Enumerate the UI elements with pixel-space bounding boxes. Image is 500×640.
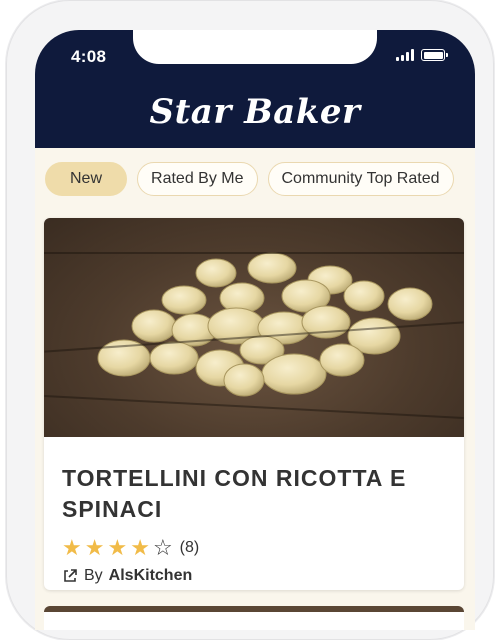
signal-icon	[396, 49, 414, 61]
app-screen: 4:08 Star Baker New Rated By Me Communit…	[35, 30, 475, 630]
star-filled-icon: ★	[130, 535, 150, 560]
app-title: Star Baker	[149, 92, 361, 132]
rating-count: (8)	[179, 539, 200, 556]
app-header: 4:08 Star Baker	[35, 30, 475, 148]
battery-icon	[421, 49, 448, 61]
status-time: 4:08	[71, 47, 107, 66]
recipe-title[interactable]: TORTELLINI CON RICOTTA E SPINACI	[62, 463, 446, 525]
recipe-photo[interactable]	[44, 218, 464, 437]
star-filled-icon: ★	[107, 535, 128, 560]
tab-community-top-rated[interactable]: Community Top Rated	[267, 162, 454, 196]
recipe-details: TORTELLINI CON RICOTTA E SPINACI ★ ★ ★ ★…	[44, 437, 464, 585]
tab-new[interactable]: New	[45, 162, 128, 196]
recipe-author[interactable]: By AlsKitchen	[62, 567, 446, 585]
author-name[interactable]: AlsKitchen	[109, 567, 193, 585]
star-empty-icon: ☆	[152, 535, 173, 560]
tab-rated-by-me[interactable]: Rated By Me	[137, 162, 258, 196]
star-rating: ★ ★ ★ ★ ☆ (8)	[62, 537, 446, 559]
star-filled-icon: ★	[62, 535, 82, 560]
status-icons	[396, 49, 448, 61]
recipe-card[interactable]: TORTELLINI CON RICOTTA E SPINACI ★ ★ ★ ★…	[44, 218, 464, 590]
phone-frame: 4:08 Star Baker New Rated By Me Communit…	[6, 0, 494, 640]
external-link-icon	[64, 569, 77, 582]
star-filled-icon: ★	[84, 535, 105, 560]
author-prefix: By	[84, 567, 103, 584]
device-notch	[133, 30, 377, 64]
filter-tabs: New Rated By Me Community Top Rated	[45, 162, 454, 196]
next-recipe-photo	[44, 606, 464, 612]
